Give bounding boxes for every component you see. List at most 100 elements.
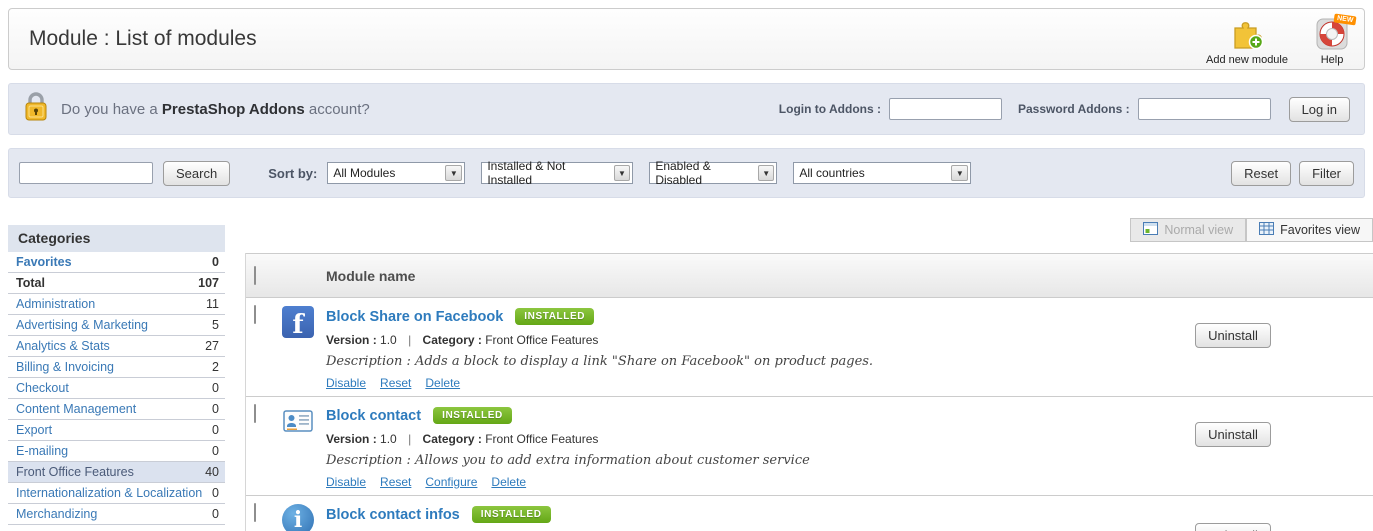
category-label[interactable]: Internationalization & Localization [16,486,202,500]
uninstall-button[interactable]: Uninstall [1195,523,1271,531]
add-new-module-button[interactable]: Add new module [1206,17,1288,66]
category-count: 0 [212,255,219,269]
filter-bar: Search Sort by: All Modules ▼ Installed … [8,148,1365,198]
normal-view-button[interactable]: Normal view [1130,218,1246,242]
installed-badge: INSTALLED [433,407,512,424]
sidebar-item-administration[interactable]: Administration 11 [8,294,225,315]
module-checkbox[interactable] [254,404,256,423]
padlock-icon [23,91,49,128]
facebook-icon: f [282,306,314,338]
sidebar-item-merchandizing[interactable]: Merchandizing 0 [8,504,225,525]
category-count: 0 [212,423,219,437]
log-in-button[interactable]: Log in [1289,97,1350,122]
disable-link[interactable]: Disable [326,475,366,489]
category-value: Front Office Features [485,333,598,347]
module-row-block-contact-infos: i Block contact infos INSTALLED Uninstal… [246,496,1373,531]
password-addons-input[interactable] [1138,98,1271,120]
country-value: All countries [799,166,864,180]
category-label[interactable]: Front Office Features [16,465,134,479]
sidebar-item-emailing[interactable]: E-mailing 0 [8,441,225,462]
module-description: Description : Allows you to add extra in… [326,453,1093,468]
category-count: 11 [206,297,219,311]
addons-login-controls: Login to Addons : Password Addons : Log … [779,97,1350,122]
view-toggle: Normal view Favorites view [245,218,1373,242]
uninstall-button[interactable]: Uninstall [1195,323,1271,348]
disable-link[interactable]: Disable [326,376,366,390]
sidebar-item-front-office-features[interactable]: Front Office Features 40 [8,462,225,483]
category-label[interactable]: Merchandizing [16,507,97,521]
module-search-input[interactable] [19,162,153,184]
chevron-down-icon: ▼ [951,165,968,181]
sidebar-item-export[interactable]: Export 0 [8,420,225,441]
reset-button[interactable]: Reset [1231,161,1291,186]
categories-title: Categories [8,225,225,252]
prestashop-addons-brand: PrestaShop Addons [162,101,305,118]
category-label[interactable]: Analytics & Stats [16,339,110,353]
help-button[interactable]: NEW Help [1314,17,1350,66]
category-label[interactable]: Export [16,423,52,437]
favorites-view-label: Favorites view [1280,223,1360,237]
configure-link[interactable]: Configure [425,475,477,489]
chevron-down-icon: ▼ [445,165,462,181]
login-addons-label: Login to Addons : [779,102,881,116]
content: Categories Favorites 0 Total 107 Adminis… [8,218,1373,531]
categories-sidebar: Categories Favorites 0 Total 107 Adminis… [8,225,225,531]
version-value: 1.0 [380,333,397,347]
favorites-view-button[interactable]: Favorites view [1246,218,1373,242]
module-meta: Version : 1.0 | Category : Front Office … [326,333,1093,347]
category-label[interactable]: Favorites [16,255,72,269]
category-count: 0 [212,444,219,458]
enabled-status-value: Enabled & Disabled [655,159,756,187]
category-count: 5 [212,318,219,332]
sidebar-item-internationalization-localization[interactable]: Internationalization & Localization 0 [8,483,225,504]
sidebar-item-billing-invoicing[interactable]: Billing & Invoicing 2 [8,357,225,378]
description-text: Adds a block to display a link "Share on… [415,354,873,369]
filter-buttons: Reset Filter [1231,161,1354,186]
category-label[interactable]: Total [16,276,45,290]
category-label[interactable]: Checkout [16,381,69,395]
sidebar-item-checkout[interactable]: Checkout 0 [8,378,225,399]
filter-button[interactable]: Filter [1299,161,1354,186]
module-action-links: Disable Reset Delete [326,376,1093,390]
category-label[interactable]: Content Management [16,402,136,416]
module-checkbox[interactable] [254,503,256,522]
normal-view-label: Normal view [1164,223,1233,237]
delete-link[interactable]: Delete [491,475,526,489]
addons-question-suffix: account? [305,101,370,118]
sidebar-item-content-management[interactable]: Content Management 0 [8,399,225,420]
uninstall-button[interactable]: Uninstall [1195,422,1271,447]
country-select[interactable]: All countries ▼ [793,162,971,184]
category-value: Front Office Features [485,432,598,446]
module-name-link[interactable]: Block contact infos [326,507,460,523]
module-type-select[interactable]: All Modules ▼ [327,162,465,184]
module-name-column-header: Module name [326,268,415,284]
meta-separator: | [408,333,411,347]
sidebar-item-analytics-stats[interactable]: Analytics & Stats 27 [8,336,225,357]
reset-link[interactable]: Reset [380,475,411,489]
category-label[interactable]: E-mailing [16,444,68,458]
sidebar-item-advertising-marketing[interactable]: Advertising & Marketing 5 [8,315,225,336]
module-info: Block Share on Facebook INSTALLED Versio… [326,306,1093,396]
version-label: Version : [326,333,377,347]
addons-question-prefix: Do you have a [61,101,162,118]
select-all-checkbox[interactable] [254,266,256,285]
category-label[interactable]: Billing & Invoicing [16,360,114,374]
module-name-link[interactable]: Block contact [326,408,421,424]
delete-link[interactable]: Delete [425,376,460,390]
category-label[interactable]: Administration [16,297,95,311]
module-name-link[interactable]: Block Share on Facebook [326,309,503,325]
login-addons-input[interactable] [889,98,1002,120]
reset-link[interactable]: Reset [380,376,411,390]
description-text: Allows you to add extra information abou… [415,453,810,468]
category-label[interactable]: Advertising & Marketing [16,318,148,332]
info-icon: i [282,504,314,531]
installed-badge: INSTALLED [515,308,594,325]
page-header: Module : List of modules Add new module [8,8,1365,70]
module-checkbox[interactable] [254,305,256,324]
enabled-status-select[interactable]: Enabled & Disabled ▼ [649,162,777,184]
version-value: 1.0 [380,432,397,446]
search-button[interactable]: Search [163,161,230,186]
sidebar-item-favorites[interactable]: Favorites 0 [8,252,225,273]
install-status-select[interactable]: Installed & Not Installed ▼ [481,162,633,184]
sidebar-item-total[interactable]: Total 107 [8,273,225,294]
